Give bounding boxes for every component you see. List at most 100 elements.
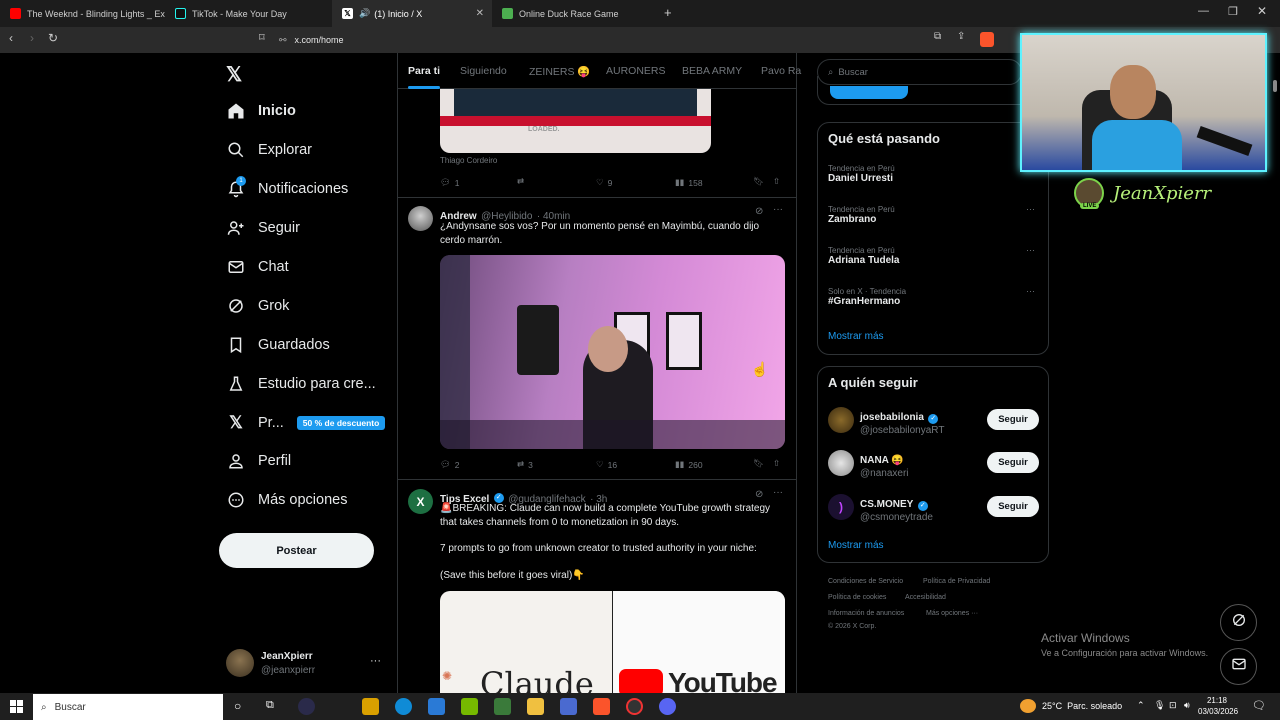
like-button[interactable]: ♡ 9 — [596, 177, 612, 188]
sidebar-item-perfil[interactable]: Perfil — [226, 451, 291, 471]
browser-tab-tiktok[interactable]: TikTok - Make Your Day — [165, 0, 332, 27]
tray-chevron-icon[interactable]: ⌃ — [1137, 700, 1145, 711]
tab-auroners[interactable]: AURONERS — [606, 65, 666, 77]
microphone-icon[interactable]: 🎙︎ — [1154, 700, 1165, 711]
avatar[interactable] — [828, 450, 854, 476]
discord-icon[interactable] — [659, 698, 676, 715]
follow-suggestion[interactable]: NANA 😝 @nanaxeri — [860, 450, 909, 479]
browser-tab-duck[interactable]: Online Duck Race Game — [492, 0, 657, 27]
sidebar-item-premium[interactable]: 𝕏 Pr... 50 % de descuento — [226, 413, 386, 433]
new-tab-button[interactable]: + — [664, 5, 672, 20]
tweet-more-icon[interactable]: ··· — [773, 487, 783, 498]
views-button[interactable]: ▮▮ 158 — [675, 177, 703, 188]
bookmark-button[interactable]: 🔖︎ — [753, 176, 764, 187]
sidebar-item-chat[interactable]: Chat — [226, 257, 289, 277]
like-button[interactable]: ♡ 16 — [596, 459, 617, 470]
tweet-image[interactable]: ✺ Claude YouTube — [440, 591, 785, 693]
volume-icon[interactable]: 🔊︎ — [1184, 700, 1190, 711]
sidebar-item-notificaciones[interactable]: 1 Notificaciones — [226, 176, 348, 199]
sidebar-item-seguir[interactable]: Seguir — [226, 218, 300, 238]
follow-suggestion[interactable]: josebabilonia ✓ @josebabilonyaRT — [860, 407, 944, 436]
repost-button[interactable]: ⇄ — [517, 176, 524, 187]
trend-item[interactable]: Solo en X · Tendencia #GranHermano — [828, 287, 906, 307]
nvidia-icon[interactable] — [461, 698, 478, 715]
trend-more-icon[interactable]: ··· — [1026, 245, 1035, 255]
sidebar-item-estudio[interactable]: Estudio para cre... — [226, 374, 376, 394]
excel-avatar-icon[interactable]: X — [408, 489, 433, 514]
repost-button[interactable]: ⇄ 3 — [517, 459, 533, 470]
brave-shield-icon[interactable] — [980, 32, 994, 47]
sidebar-item-inicio[interactable]: Inicio — [226, 101, 296, 121]
footer-link-terms[interactable]: Condiciones de Servicio — [828, 578, 903, 585]
grok-fab[interactable] — [1220, 604, 1257, 641]
forward-icon[interactable]: › — [30, 31, 34, 45]
network-icon[interactable]: ⊡ — [1169, 700, 1177, 711]
bookmark-button[interactable]: 🔖︎ — [753, 458, 764, 469]
task-view-icon[interactable]: ⧉ — [266, 699, 274, 712]
app-icon[interactable] — [560, 698, 577, 715]
footer-link-more[interactable]: Más opciones ··· — [926, 610, 978, 617]
store-icon[interactable] — [362, 698, 379, 715]
follow-button[interactable]: Seguir — [987, 496, 1039, 517]
cortana-icon[interactable]: ○ — [234, 699, 241, 713]
sidebar-item-guardados[interactable]: Guardados — [226, 335, 330, 355]
trend-more-icon[interactable]: ··· — [1026, 204, 1035, 214]
tab-zeiners[interactable]: ZEINERS 😝 — [529, 65, 591, 78]
follow-suggestion[interactable]: CS.MONEY ✓ @csmoneytrade — [860, 494, 933, 523]
x-logo-icon[interactable]: 𝕏 — [226, 62, 242, 87]
tweet-video[interactable] — [440, 255, 785, 449]
reload-icon[interactable]: ↻ — [48, 31, 58, 45]
weather-text[interactable]: 25°C Parc. soleado — [1042, 701, 1122, 711]
grok-icon[interactable]: ⊘ — [755, 206, 763, 217]
share-icon[interactable]: ⇪ — [957, 31, 965, 42]
back-icon[interactable]: ‹ — [9, 31, 13, 45]
avatar[interactable] — [828, 407, 854, 433]
views-button[interactable]: ▮▮ 260 — [675, 459, 703, 470]
tweet-image[interactable]: LOADED. — [440, 89, 711, 153]
footer-link-privacy[interactable]: Política de Privacidad — [923, 578, 990, 585]
reply-button[interactable]: 💬︎ 2 — [440, 459, 460, 470]
clock-date[interactable]: 03/03/2026 — [1198, 707, 1238, 716]
share-button[interactable]: ⇧ — [773, 176, 780, 187]
follow-button[interactable]: Seguir — [987, 452, 1039, 473]
clock-time[interactable]: 21:18 — [1202, 696, 1232, 705]
sidebar-item-explorar[interactable]: Explorar — [226, 140, 312, 160]
csmoney-avatar-icon[interactable]: ) — [828, 494, 854, 520]
reply-button[interactable]: 💬︎ 1 — [440, 177, 460, 188]
tab-beba-army[interactable]: BEBA ARMY — [682, 65, 742, 77]
tab-para-ti[interactable]: Para ti — [408, 65, 440, 77]
account-more-icon[interactable]: ··· — [370, 655, 381, 667]
windows-start-icon[interactable] — [10, 700, 23, 713]
url-field[interactable]: ⚯ x.com/home — [279, 31, 1009, 49]
close-window-button[interactable]: ✕ — [1257, 4, 1267, 18]
tab-pavo[interactable]: Pavo Ra — [761, 65, 801, 77]
post-button[interactable]: Postear — [219, 533, 374, 568]
footer-link-accessibility[interactable]: Accesibilidad — [905, 594, 946, 601]
edge-icon[interactable] — [395, 698, 412, 715]
messages-fab[interactable] — [1220, 648, 1257, 685]
browser-tab-youtube[interactable]: The Weeknd - Blinding Lights _ Exte — [0, 0, 165, 27]
obs-icon[interactable] — [626, 698, 643, 715]
open-external-icon[interactable]: ⧉ — [934, 31, 941, 42]
tab-siguiendo[interactable]: Siguiendo — [460, 65, 507, 77]
share-button[interactable]: ⇧ — [773, 458, 780, 469]
show-more-follow-link[interactable]: Mostrar más — [828, 540, 884, 551]
trend-item[interactable]: Tendencia en Perú Zambrano — [828, 205, 895, 225]
grok-icon[interactable]: ⊘ — [755, 489, 763, 500]
trend-more-icon[interactable]: ··· — [1026, 286, 1035, 296]
sidebar-item-grok[interactable]: Grok — [226, 296, 289, 316]
notifications-icon[interactable]: 🗨︎ — [1252, 699, 1266, 712]
file-explorer-icon[interactable] — [527, 698, 544, 715]
minimize-button[interactable]: — — [1198, 5, 1209, 17]
maximize-button[interactable]: ❐ — [1228, 5, 1238, 18]
footer-link-cookies[interactable]: Política de cookies — [828, 594, 886, 601]
bookmark-page-icon[interactable]: ⌑ — [259, 31, 265, 44]
minecraft-icon[interactable] — [494, 698, 511, 715]
tweet-more-icon[interactable]: ··· — [773, 204, 783, 215]
avatar[interactable] — [226, 649, 254, 677]
follow-button[interactable]: Seguir — [987, 409, 1039, 430]
scrollbar-thumb[interactable] — [1273, 80, 1277, 92]
avatar[interactable] — [408, 206, 433, 231]
trend-item[interactable]: Tendencia en Perú Daniel Urresti — [828, 164, 895, 184]
close-tab-icon[interactable]: ✕ — [476, 8, 484, 19]
